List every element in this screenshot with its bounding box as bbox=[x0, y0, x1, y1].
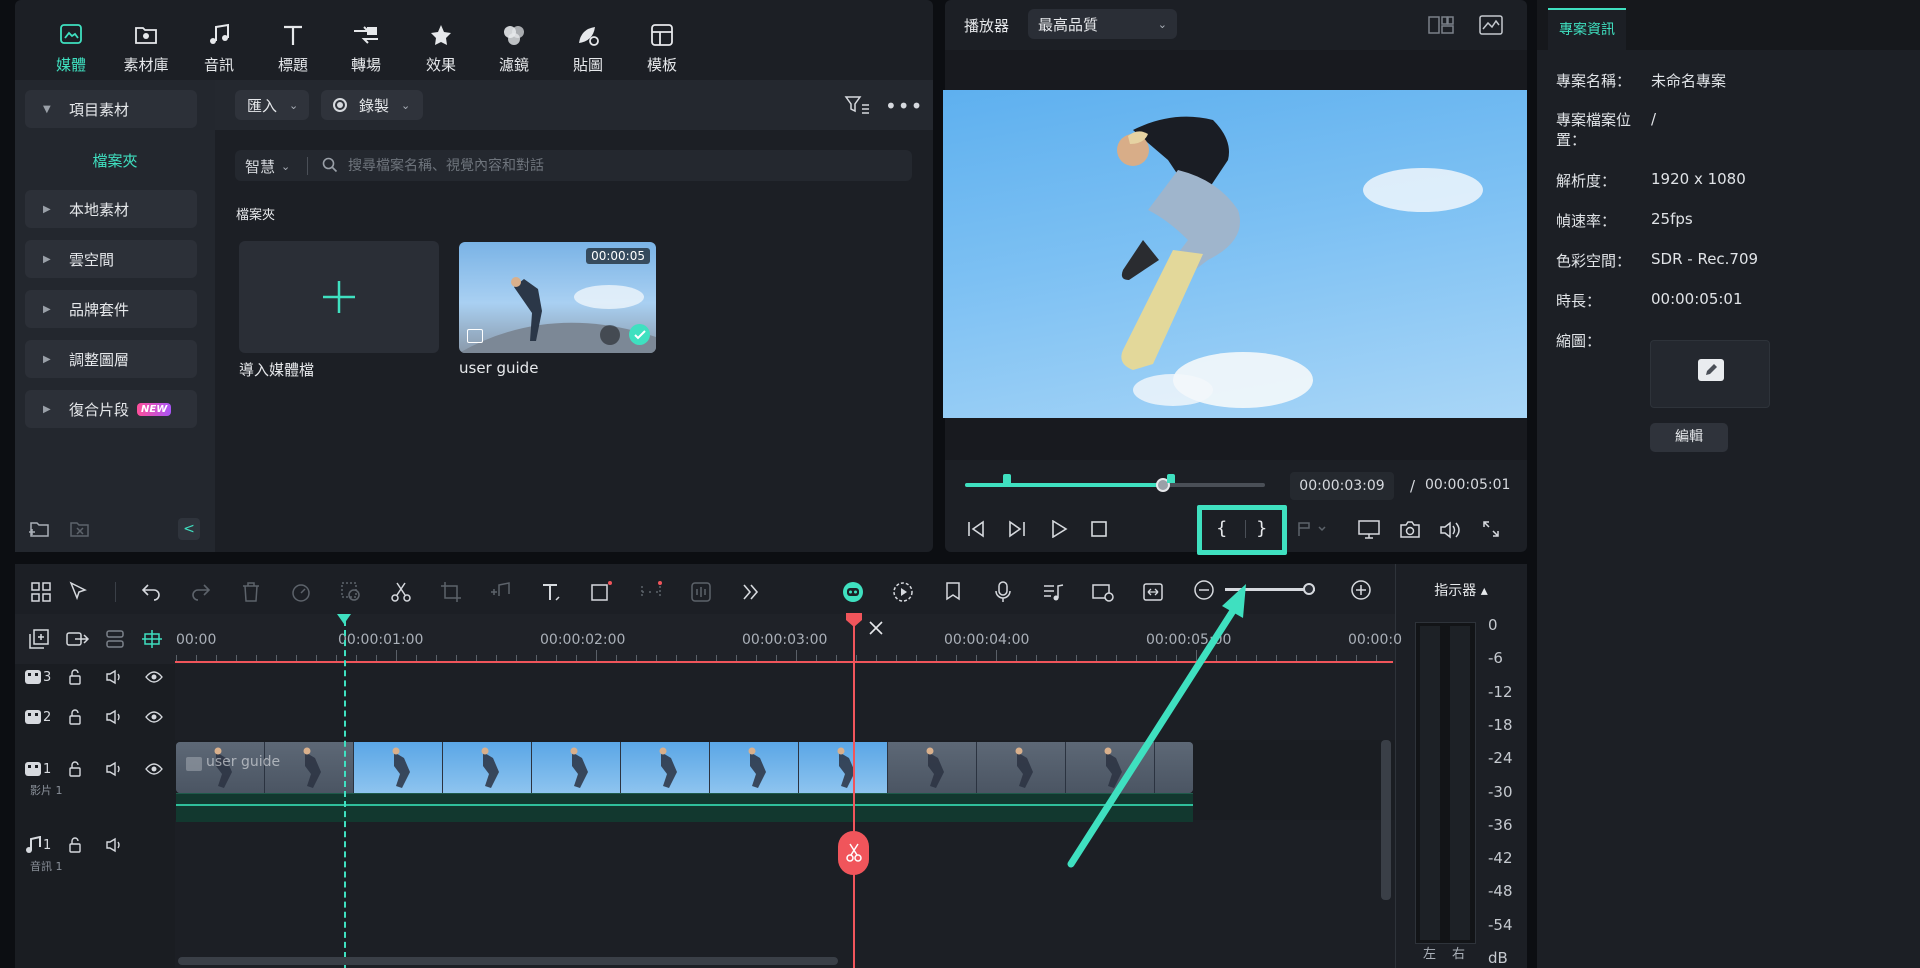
db-scale-label: -24 bbox=[1488, 749, 1513, 768]
db-scale-label: 0 bbox=[1488, 616, 1498, 634]
meter-left-channel bbox=[1420, 626, 1440, 940]
db-scale-label: -48 bbox=[1488, 882, 1513, 901]
db-scale-label: -30 bbox=[1488, 782, 1513, 801]
db-scale-label: -42 bbox=[1488, 849, 1513, 868]
db-scale-label: -12 bbox=[1488, 682, 1513, 701]
db-scale-label: -18 bbox=[1488, 715, 1513, 734]
db-scale-label: -36 bbox=[1488, 815, 1513, 834]
annotation-arrow bbox=[1067, 584, 1246, 868]
meter-right-label: 右 bbox=[1452, 947, 1466, 962]
meter-right-channel bbox=[1450, 626, 1470, 940]
db-scale-label: -54 bbox=[1488, 915, 1513, 934]
db-scale-label: dB bbox=[1488, 949, 1508, 967]
meter-left-label: 左 bbox=[1423, 947, 1437, 962]
db-scale-label: -6 bbox=[1488, 649, 1503, 668]
